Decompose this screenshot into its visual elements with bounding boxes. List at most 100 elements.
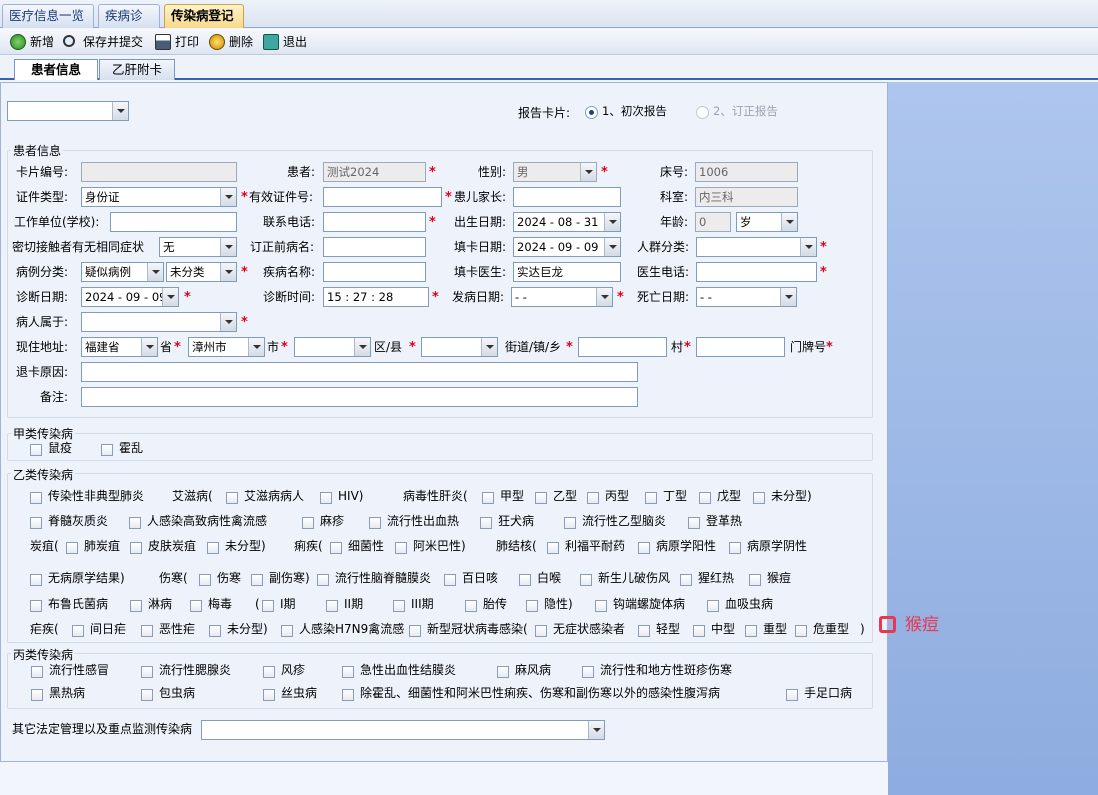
name-field[interactable]: 测试2024 <box>323 162 426 182</box>
checkbox[interactable] <box>281 625 293 637</box>
checkbox[interactable] <box>302 517 314 529</box>
bed-field[interactable]: 1006 <box>695 162 798 182</box>
checkbox[interactable] <box>753 492 765 504</box>
belong-select[interactable] <box>81 312 237 332</box>
checkbox[interactable] <box>535 492 547 504</box>
checkbox[interactable] <box>251 574 263 586</box>
top-select[interactable] <box>7 101 129 121</box>
card-no-field[interactable] <box>81 162 237 182</box>
checkbox[interactable] <box>263 666 275 678</box>
checkbox[interactable] <box>580 574 592 586</box>
checkbox[interactable] <box>587 492 599 504</box>
birth-date-picker[interactable]: 2024 - 08 - 31 <box>513 212 621 232</box>
diag-date-picker[interactable]: 2024 - 09 - 09 <box>81 287 179 307</box>
checkbox[interactable] <box>342 666 354 678</box>
checkbox[interactable] <box>729 542 741 554</box>
house-field[interactable] <box>696 337 785 357</box>
tab-hepb-card[interactable]: 乙肝附卡 <box>99 59 175 80</box>
checkbox[interactable] <box>30 574 42 586</box>
checkbox[interactable] <box>409 625 421 637</box>
checkbox[interactable] <box>526 600 538 612</box>
checkbox[interactable] <box>130 600 142 612</box>
checkbox[interactable] <box>263 689 275 701</box>
radio-revise-report[interactable] <box>696 106 709 119</box>
checkbox[interactable] <box>330 542 342 554</box>
checkbox[interactable] <box>749 574 761 586</box>
tab-infectious-register[interactable]: 传染病登记 <box>164 4 244 28</box>
checkbox[interactable] <box>519 574 531 586</box>
tab-diagnosis[interactable]: 疾病诊断 <box>98 4 160 45</box>
checkbox[interactable] <box>30 492 42 504</box>
checkbox[interactable] <box>582 666 594 678</box>
checkbox[interactable] <box>369 517 381 529</box>
doctor-phone-field[interactable] <box>696 262 817 282</box>
tab-patient-info[interactable]: 患者信息 <box>14 59 98 80</box>
checkbox[interactable] <box>207 542 219 554</box>
other-disease-select[interactable] <box>201 720 605 740</box>
age-unit-select[interactable]: 岁 <box>736 212 798 232</box>
checkbox[interactable] <box>317 574 329 586</box>
id-type-select[interactable]: 身份证 <box>81 187 237 207</box>
checkbox[interactable] <box>786 689 798 701</box>
checkbox[interactable] <box>680 574 692 586</box>
checkbox[interactable] <box>497 666 509 678</box>
checkbox[interactable] <box>130 542 142 554</box>
street-select[interactable] <box>421 337 498 357</box>
checkbox[interactable] <box>101 444 113 456</box>
delete-button[interactable]: 删除 <box>209 32 253 52</box>
checkbox[interactable] <box>30 444 42 456</box>
death-date-picker[interactable]: - - <box>696 287 797 307</box>
checkbox[interactable] <box>699 492 711 504</box>
tab-medical-info[interactable]: 医疗信息一览表 <box>2 4 94 45</box>
checkbox[interactable] <box>226 492 238 504</box>
crowd-select[interactable] <box>696 237 817 257</box>
checkbox[interactable] <box>326 600 338 612</box>
guardian-field[interactable] <box>513 187 621 207</box>
checkbox[interactable] <box>535 625 547 637</box>
checkbox[interactable] <box>66 542 78 554</box>
checkbox[interactable] <box>482 492 494 504</box>
case-type2-select[interactable]: 未分类 <box>166 262 237 282</box>
district-select[interactable] <box>294 337 371 357</box>
onset-date-picker[interactable]: - - <box>511 287 613 307</box>
dept-field[interactable]: 内三科 <box>695 187 798 207</box>
checkbox[interactable] <box>638 542 650 554</box>
checkbox[interactable] <box>645 492 657 504</box>
checkbox[interactable] <box>30 517 42 529</box>
exit-button[interactable]: 退出 <box>263 32 307 52</box>
checkbox[interactable] <box>129 517 141 529</box>
fill-date-picker[interactable]: 2024 - 09 - 09 <box>513 237 621 257</box>
radio-first-report[interactable] <box>585 106 598 119</box>
checkbox[interactable] <box>209 625 221 637</box>
checkbox[interactable] <box>688 517 700 529</box>
checkbox[interactable] <box>707 600 719 612</box>
checkbox[interactable] <box>141 666 153 678</box>
checkbox[interactable] <box>395 542 407 554</box>
age-field[interactable]: 0 <box>695 212 731 232</box>
checkbox[interactable] <box>30 600 42 612</box>
checkbox[interactable] <box>141 689 153 701</box>
province-select[interactable]: 福建省 <box>81 337 158 357</box>
phone-field[interactable] <box>323 212 426 232</box>
checkbox[interactable] <box>31 689 43 701</box>
checkbox[interactable] <box>199 574 211 586</box>
checkbox[interactable] <box>72 625 84 637</box>
checkbox[interactable] <box>595 600 607 612</box>
disease-field[interactable] <box>323 262 426 282</box>
remark-field[interactable] <box>81 387 638 407</box>
checkbox[interactable] <box>564 517 576 529</box>
city-select[interactable]: 漳州市 <box>188 337 265 357</box>
case-type-select[interactable]: 疑似病例 <box>81 262 164 282</box>
checkbox[interactable] <box>342 689 354 701</box>
checkbox[interactable] <box>795 625 807 637</box>
checkbox[interactable] <box>465 600 477 612</box>
checkbox[interactable] <box>444 574 456 586</box>
checkbox[interactable] <box>31 666 43 678</box>
checkbox[interactable] <box>693 625 705 637</box>
doctor-field[interactable]: 实达巨龙 <box>513 262 621 282</box>
checkbox[interactable] <box>480 517 492 529</box>
sex-select[interactable]: 男 <box>513 162 597 182</box>
work-field[interactable] <box>110 212 237 232</box>
new-button[interactable]: 新增 <box>10 32 54 52</box>
village-field[interactable] <box>578 337 667 357</box>
